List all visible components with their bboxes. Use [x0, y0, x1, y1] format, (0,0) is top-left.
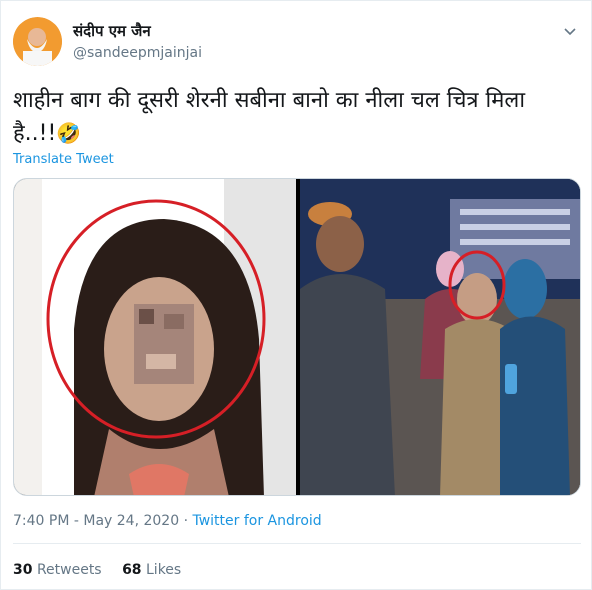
- meta-separator: ·: [179, 513, 193, 529]
- laughing-emoji-icon: 🤣: [56, 121, 82, 145]
- tweet-date[interactable]: May 24, 2020: [83, 513, 179, 529]
- time-date-separator: -: [69, 513, 84, 529]
- tweet-timestamp: 7:40 PM - May 24, 2020 · Twitter for And…: [13, 513, 322, 529]
- tweet-stats: 30 Retweets 68 Likes: [13, 562, 197, 578]
- tweet-text-line2: है..!!: [13, 121, 57, 146]
- tweet-card: संदीप एम जैन @sandeepmjainjai शाहीन बाग …: [0, 0, 592, 590]
- likes-label: Likes: [146, 562, 182, 578]
- avatar[interactable]: [13, 17, 62, 66]
- retweets-label: Retweets: [36, 562, 102, 578]
- tweet-text-line1: शाहीन बाग की दूसरी शेरनी सबीना बानो का न…: [13, 88, 526, 113]
- media-photo-left[interactable]: [14, 179, 296, 495]
- stats-divider: [13, 543, 581, 544]
- tweet-text: शाहीन बाग की दूसरी शेरनी सबीना बानो का न…: [13, 85, 583, 150]
- media-grid[interactable]: [13, 178, 581, 496]
- media-photo-right[interactable]: [300, 179, 580, 495]
- retweets-stat[interactable]: 30 Retweets: [13, 562, 102, 578]
- blurred-portrait-photo: [14, 179, 296, 495]
- profile-photo-icon: [13, 17, 62, 66]
- user-handle[interactable]: @sandeepmjainjai: [73, 45, 202, 61]
- retweets-count: 30: [13, 562, 33, 578]
- tweet-time[interactable]: 7:40 PM: [13, 513, 69, 529]
- translate-tweet-link[interactable]: Translate Tweet: [13, 152, 114, 167]
- tweet-source-link[interactable]: Twitter for Android: [192, 513, 321, 529]
- group-photo: [300, 179, 580, 495]
- likes-count: 68: [122, 562, 142, 578]
- chevron-down-icon[interactable]: [563, 25, 577, 39]
- display-name[interactable]: संदीप एम जैन: [73, 21, 151, 41]
- likes-stat[interactable]: 68 Likes: [122, 562, 181, 578]
